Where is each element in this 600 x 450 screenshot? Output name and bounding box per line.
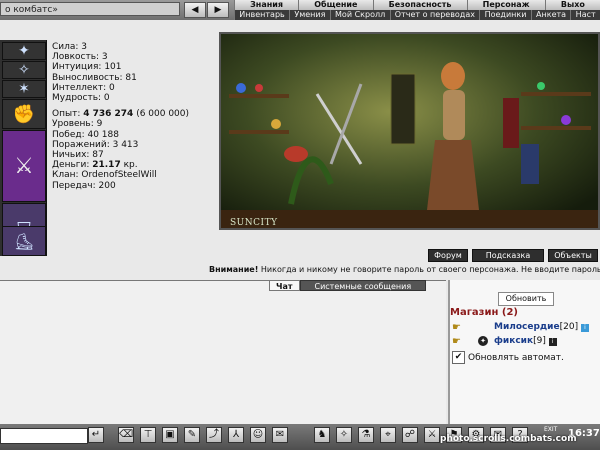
user-row-1[interactable]: Милосердие[20] i	[494, 322, 589, 332]
stat-wisdom: Мудрость: 0	[52, 93, 110, 104]
forward-button[interactable]: ▶	[207, 2, 229, 18]
filter-icon[interactable]: ⊤	[140, 427, 156, 443]
password-warning: Внимание! Никогда и никому не говорите п…	[209, 265, 600, 274]
eraser-icon[interactable]: ⌫	[118, 427, 134, 443]
chat-input[interactable]	[0, 428, 88, 444]
tab-system-messages[interactable]: Системные сообщения	[299, 280, 427, 291]
translit-icon[interactable]: ⅄	[228, 427, 244, 443]
stat-experience: Опыт: 4 736 274 (6 000 000)	[52, 109, 190, 120]
clan-menu-icon[interactable]: ♞	[314, 427, 330, 443]
shop-interior-illustration	[221, 34, 598, 228]
user-level: [9]	[533, 336, 546, 346]
submenu-skills[interactable]: Умения	[289, 10, 330, 20]
tab-chat[interactable]: Чат	[269, 280, 300, 291]
submenu-settings[interactable]: Наст	[570, 10, 600, 20]
shop-title: Магазин (2)	[450, 307, 518, 318]
sword-icon[interactable]: ⚔	[2, 130, 46, 202]
menu-security[interactable]: Безопасность	[372, 0, 467, 10]
main-menu: Знания Общение Безопасность Персонаж Вых…	[234, 0, 600, 10]
clan-icon: ✦	[478, 336, 488, 346]
objects-button[interactable]: Объекты	[548, 249, 598, 262]
quest-icon[interactable]: ☍	[402, 427, 418, 443]
stat-money: Деньги: 21.17 кр.	[52, 160, 138, 171]
hand-icon: ☛	[452, 336, 461, 347]
user-name[interactable]: фиксик	[494, 336, 533, 346]
private-icon[interactable]: ⤴	[206, 427, 222, 443]
forum-button[interactable]: Форум	[428, 249, 468, 262]
chat-tabs: Чат Системные сообщения	[269, 280, 427, 291]
location-scene[interactable]	[219, 32, 600, 230]
hand-icon: ☛	[452, 322, 461, 333]
refresh-button[interactable]: Обновить	[498, 292, 554, 306]
user-name[interactable]: Милосердие	[494, 322, 560, 332]
belt-slot-icon[interactable]: ✶	[2, 80, 46, 98]
chat-options-icon[interactable]: ✉	[272, 427, 288, 443]
stat-transfers: Передач: 200	[52, 180, 116, 191]
menu-communication[interactable]: Общение	[298, 0, 373, 10]
stat-losses: Поражений: 3 413	[52, 139, 139, 150]
hint-button[interactable]: Подсказка	[472, 249, 544, 262]
window-title: о комбатс»	[0, 2, 180, 16]
submenu-transfer-report[interactable]: Отчет о переводах	[389, 10, 480, 20]
stat-intuition: Интуиция: 101	[52, 62, 122, 73]
stat-wins: Побед: 40 188	[52, 129, 119, 140]
sub-menu: Инвентарь Умения Мой Скролл Отчет о пере…	[234, 10, 600, 20]
submenu-battles[interactable]: Поединки	[479, 10, 530, 20]
magic-icon[interactable]: ✧	[336, 427, 352, 443]
send-icon[interactable]: ↵	[88, 427, 104, 443]
save-icon[interactable]: ▣	[162, 427, 178, 443]
character-stats: Сила: 3 Ловкость: 3 Интуиция: 101 Выносл…	[52, 42, 212, 191]
auto-refresh-label: Обновлять автомат.	[468, 353, 564, 363]
info-icon[interactable]: i	[548, 338, 557, 346]
submenu-inventory[interactable]: Инвентарь	[234, 10, 289, 20]
amulet-slot-icon[interactable]: ✧	[2, 61, 46, 79]
inventory-panel: ✦ ✧ ✶ ✊ ⚔ ⛉	[0, 40, 47, 256]
boots-icon[interactable]: ⛸	[2, 226, 46, 256]
smile-icon[interactable]: ✎	[184, 427, 200, 443]
user-level: [20]	[559, 322, 579, 332]
stat-draws: Ничьих: 87	[52, 150, 104, 161]
stat-intellect: Интеллект: 0	[52, 82, 115, 93]
stat-level: Уровень: 9	[52, 119, 103, 130]
user-row-2[interactable]: фиксик[9] i	[494, 336, 557, 346]
menu-character[interactable]: Персонаж	[466, 0, 545, 10]
watermark: photo.scrolls.combats.com	[440, 434, 577, 444]
submenu-profile[interactable]: Анкета	[530, 10, 571, 20]
map-icon[interactable]: ⌖	[380, 427, 396, 443]
stat-endurance: Выносливость: 81	[52, 72, 137, 83]
battle-icon[interactable]: ⚔	[424, 427, 440, 443]
stat-clan: Клан: OrdenofSteelWill	[52, 170, 157, 181]
exit-label[interactable]: EXIT	[544, 426, 557, 433]
info-icon[interactable]: i	[580, 324, 589, 332]
emoticon-icon[interactable]: ☺	[250, 427, 266, 443]
back-button[interactable]: ◀	[184, 2, 206, 18]
gloves-icon[interactable]: ✊	[2, 99, 46, 129]
menu-exit[interactable]: Выхо	[544, 0, 600, 10]
stat-agility: Ловкость: 3	[52, 52, 108, 63]
location-label: SUNCITY	[230, 218, 278, 228]
menu-knowledge[interactable]: Знания	[234, 0, 299, 10]
stat-strength: Сила: 3	[52, 42, 88, 52]
ring-slot-icon[interactable]: ✦	[2, 42, 46, 60]
inventory-icon[interactable]: ⚗	[358, 427, 374, 443]
auto-refresh-checkbox[interactable]: ✔	[452, 351, 465, 364]
submenu-my-scroll[interactable]: Мой Скролл	[329, 10, 390, 20]
chat-area[interactable]	[0, 280, 446, 425]
